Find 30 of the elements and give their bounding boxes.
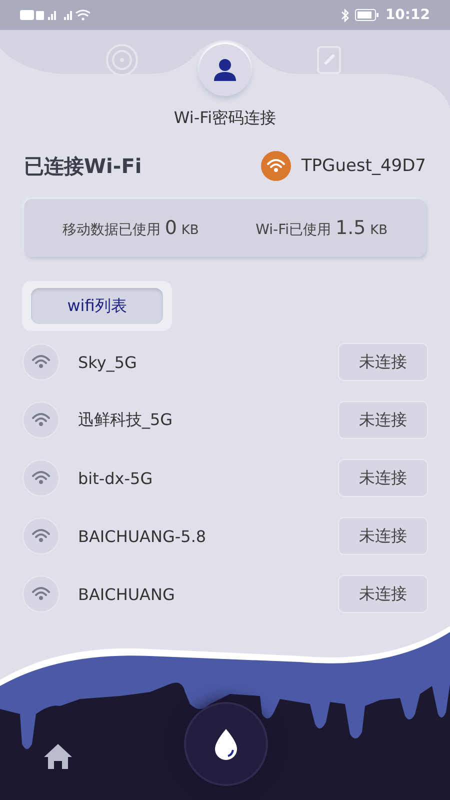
network-name: TPGuest_49D7 — [301, 156, 426, 176]
drop-icon — [213, 728, 239, 760]
person-icon — [212, 57, 238, 83]
usage-text: Wi-Fi已使用 1.5 KB — [256, 217, 388, 239]
wifi-icon — [22, 575, 60, 613]
wifi-icon — [22, 517, 60, 555]
connect-button[interactable]: 未连接 — [338, 517, 428, 555]
connect-button[interactable]: 未连接 — [338, 343, 428, 381]
nav-tab[interactable] — [198, 44, 251, 96]
connect-button[interactable]: 未连接 — [338, 459, 428, 497]
wifi-list-tab[interactable]: wifi列表 — [31, 288, 163, 324]
wifi-icon — [22, 343, 60, 381]
connected-label: 已连接Wi-Fi — [24, 152, 142, 180]
usage-text: 移动数据已使用 0 KB — [62, 217, 199, 239]
clock-time: 10:12 — [385, 7, 430, 23]
wifi-icon — [22, 459, 60, 497]
network-name: bit-dx-5G — [78, 468, 154, 488]
network-name: Sky_5G — [78, 352, 138, 372]
battery-icon — [355, 9, 380, 21]
signal-icon — [20, 8, 90, 22]
wifi-icon — [22, 401, 60, 439]
connect-button[interactable]: 未连接 — [338, 575, 428, 613]
connect-button[interactable]: 未连接 — [338, 401, 428, 439]
network-name: 迅鲜科技_5G — [78, 410, 174, 430]
wifi-icon — [261, 151, 292, 181]
bluetooth-icon — [341, 8, 350, 22]
network-name: BAICHUANG — [78, 584, 176, 604]
network-name: BAICHUANG-5.8 — [78, 526, 208, 546]
home-icon[interactable] — [42, 742, 74, 770]
page-title: Wi-Fi密码连接 — [172, 108, 278, 129]
